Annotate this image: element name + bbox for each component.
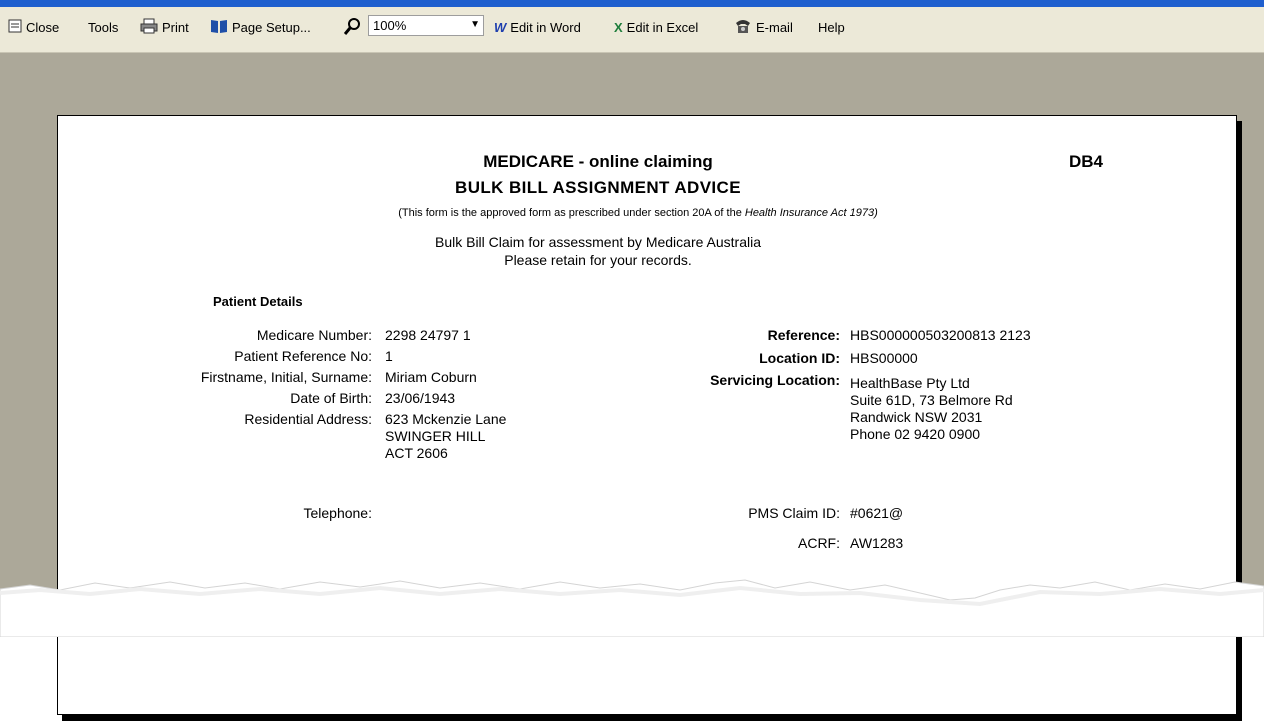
torn-edge-overlay bbox=[0, 579, 1264, 637]
